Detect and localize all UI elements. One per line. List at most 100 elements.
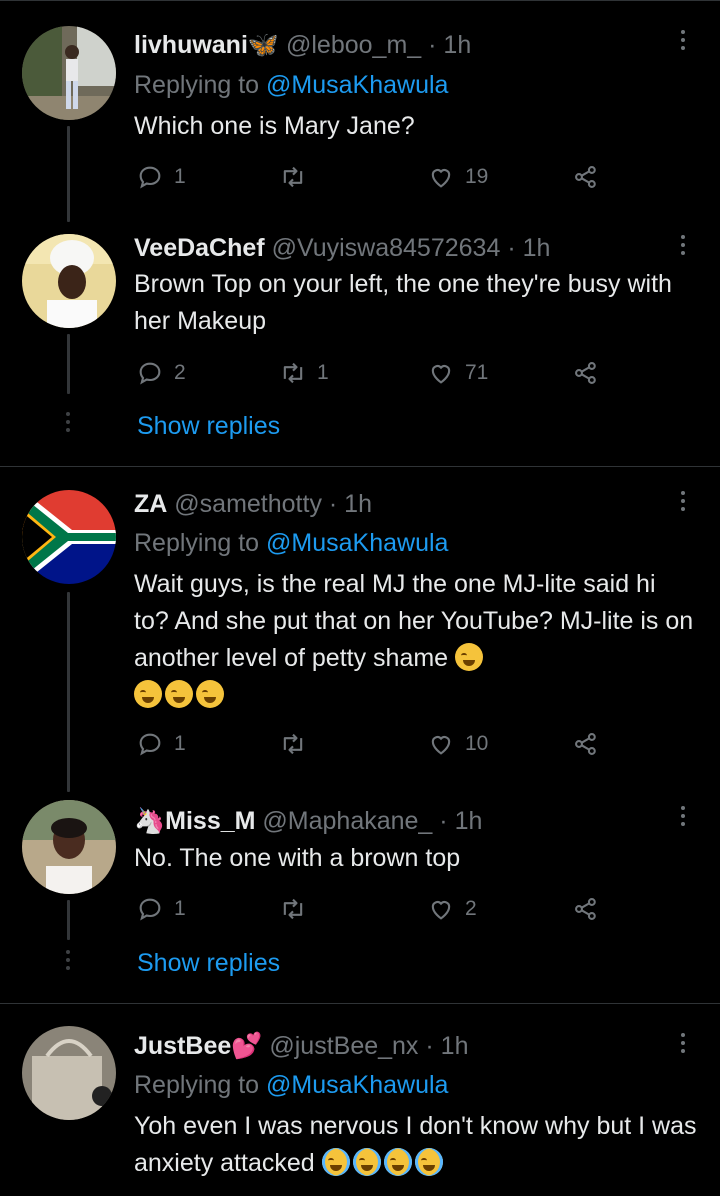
retweet-button[interactable]: 1: [279, 358, 329, 388]
reply-button[interactable]: 1: [136, 729, 186, 759]
south-africa-flag: [22, 490, 116, 584]
like-button[interactable]: 71: [427, 358, 488, 388]
display-name[interactable]: VeeDaChef: [134, 234, 265, 262]
timestamp[interactable]: · 1h: [428, 31, 471, 59]
thread-ellipsis-icon[interactable]: [66, 412, 71, 436]
two-hearts-emoji: 💕: [231, 1032, 263, 1060]
thread-ellipsis-icon[interactable]: [66, 950, 71, 974]
reply-icon: [139, 733, 161, 756]
more-options-icon[interactable]: [681, 806, 687, 830]
thread-line: [67, 126, 70, 222]
like-button[interactable]: 2: [427, 894, 477, 924]
display-name[interactable]: JustBee: [134, 1032, 231, 1060]
display-name[interactable]: livhuwani: [134, 31, 248, 59]
reply-count: 1: [174, 732, 186, 755]
heart-icon: [431, 169, 451, 188]
more-options-icon[interactable]: [681, 30, 687, 54]
reply-button[interactable]: 2: [136, 358, 186, 388]
share-button[interactable]: [572, 894, 600, 924]
like-count: 10: [465, 732, 489, 755]
more-options-icon[interactable]: [681, 1033, 687, 1057]
like-count: 2: [465, 897, 477, 920]
timestamp[interactable]: · 1h: [329, 490, 372, 518]
avatar[interactable]: [22, 490, 116, 584]
display-name[interactable]: ZA: [134, 490, 167, 518]
butterfly-emoji: 🦋: [247, 31, 280, 59]
more-options-icon[interactable]: [681, 235, 687, 259]
loudly-crying-emoji: [321, 1148, 350, 1176]
reply-icon: [139, 166, 161, 189]
mention-link[interactable]: @MusaKhawula: [266, 71, 448, 99]
retweet-icon: [283, 898, 303, 920]
loudly-crying-emoji: [383, 1148, 412, 1176]
loudly-crying-emoji: [352, 1148, 381, 1176]
handle[interactable]: @Vuyiswa84572634: [272, 234, 501, 262]
tweet-text: Brown Top on your left, the one they're …: [134, 270, 672, 335]
heart-icon: [431, 736, 451, 755]
unicorn-emoji: 🦄: [134, 807, 166, 835]
retweet-icon: [283, 362, 303, 384]
reply-icon: [139, 898, 161, 921]
replying-to-label: Replying to: [134, 529, 260, 557]
share-button[interactable]: [572, 729, 600, 759]
retweet-count: 1: [317, 361, 329, 384]
top-divider: [0, 0, 720, 1]
laughing-crying-emoji: [134, 680, 162, 708]
laughing-crying-emoji: [455, 643, 484, 671]
timestamp[interactable]: · 1h: [425, 1032, 468, 1060]
tweet-header: JustBee💕 @justBee_nx · 1h: [134, 1031, 468, 1061]
tweet-actions: 1 2: [134, 894, 614, 924]
replying-to: Replying to @MusaKhawula: [134, 528, 448, 558]
retweet-button[interactable]: [279, 162, 317, 192]
thread-line: [67, 900, 70, 940]
replying-to-label: Replying to: [134, 71, 260, 99]
reply-button[interactable]: 1: [136, 162, 186, 192]
show-replies-link[interactable]: Show replies: [137, 949, 280, 978]
heart-icon: [431, 901, 451, 920]
replying-to-label: Replying to: [134, 1071, 260, 1099]
handle[interactable]: @leboo_m_: [286, 31, 421, 59]
avatar[interactable]: [22, 234, 116, 328]
more-options-icon[interactable]: [681, 491, 687, 515]
timestamp[interactable]: · 1h: [439, 807, 482, 835]
avatar[interactable]: [22, 800, 116, 894]
tweet-text: Wait guys, is the real MJ the one MJ-lit…: [134, 566, 694, 714]
retweet-icon: [283, 733, 303, 755]
thread-line: [67, 592, 70, 792]
tweet-actions: 1 10: [134, 729, 614, 759]
avatar[interactable]: [22, 1026, 116, 1120]
mention-link[interactable]: @MusaKhawula: [266, 529, 448, 557]
like-button[interactable]: 10: [427, 729, 488, 759]
share-icon: [575, 898, 596, 920]
like-count: 19: [465, 165, 489, 188]
tweet-header: 🦄Miss_M @Maphakane_ · 1h: [134, 806, 482, 836]
handle[interactable]: @samethotty: [174, 490, 322, 518]
tweet-actions: 1 19: [134, 162, 614, 192]
display-name[interactable]: Miss_M: [165, 807, 255, 835]
handle[interactable]: @justBee_nx: [269, 1032, 418, 1060]
tweet-header: livhuwani🦋 @leboo_m_ · 1h: [134, 30, 471, 60]
share-icon: [575, 733, 596, 755]
retweet-icon: [283, 166, 303, 188]
like-button[interactable]: 19: [427, 162, 488, 192]
tweet-actions: 2 1 71: [134, 358, 614, 388]
replying-to: Replying to @MusaKhawula: [134, 70, 448, 100]
replying-to: Replying to @MusaKhawula: [134, 1070, 448, 1100]
divider: [0, 1003, 720, 1004]
reply-button[interactable]: 1: [136, 894, 186, 924]
tweet-header: VeeDaChef @Vuyiswa84572634 · 1h: [134, 233, 550, 263]
thread-line: [67, 334, 70, 394]
share-button[interactable]: [572, 358, 600, 388]
handle[interactable]: @Maphakane_: [262, 807, 432, 835]
reply-count: 1: [174, 165, 186, 188]
show-replies-link[interactable]: Show replies: [137, 412, 280, 441]
timestamp[interactable]: · 1h: [507, 234, 550, 262]
tweet-text: Yoh even I was nervous I don't know why …: [134, 1108, 704, 1182]
avatar[interactable]: [22, 26, 116, 120]
retweet-button[interactable]: [279, 894, 317, 924]
reply-icon: [139, 362, 161, 385]
share-button[interactable]: [572, 162, 600, 192]
retweet-button[interactable]: [279, 729, 317, 759]
mention-link[interactable]: @MusaKhawula: [266, 1071, 448, 1099]
laughing-crying-emoji: [196, 680, 224, 708]
